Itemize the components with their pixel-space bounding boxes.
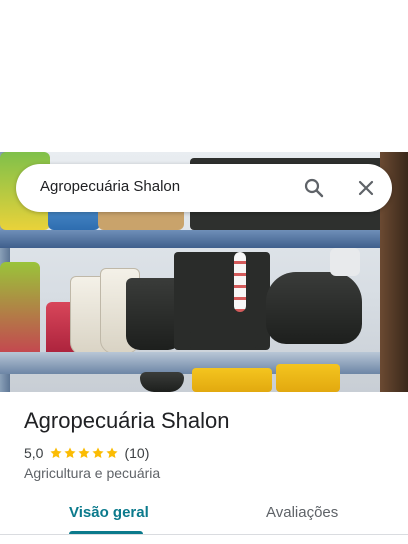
- rating-stars: [49, 446, 119, 460]
- star-icon: [92, 447, 105, 459]
- yellow-product-bag: [276, 364, 340, 392]
- rating-row[interactable]: 5,0 (10): [24, 444, 149, 462]
- search-icon[interactable]: [302, 176, 326, 200]
- oval-planter: [266, 272, 362, 344]
- place-category: Agricultura e pecuária: [24, 465, 161, 481]
- price-tags: [234, 252, 246, 312]
- tab-overview[interactable]: Visão geral: [69, 504, 149, 521]
- star-icon: [78, 447, 91, 459]
- price-label: [330, 248, 360, 276]
- close-icon[interactable]: [354, 176, 378, 200]
- place-title: Agropecuária Shalon: [24, 408, 230, 433]
- black-pots: [140, 372, 184, 392]
- star-icon: [50, 447, 63, 459]
- place-details-page: Agropecuária Shalon Agropecuária Shalon …: [0, 0, 408, 544]
- search-bar[interactable]: Agropecuária Shalon: [16, 164, 392, 212]
- search-input[interactable]: Agropecuária Shalon: [40, 178, 180, 195]
- tab-reviews[interactable]: Avaliações: [266, 504, 338, 521]
- review-count: (10): [124, 445, 150, 461]
- star-icon: [106, 447, 119, 459]
- shelf: [0, 230, 408, 248]
- rating-value: 5,0: [24, 445, 44, 461]
- yellow-product-bag: [192, 368, 272, 392]
- product-bag: [0, 262, 40, 362]
- tabs-divider: [0, 534, 408, 535]
- planter-tray: [188, 332, 258, 348]
- star-icon: [64, 447, 77, 459]
